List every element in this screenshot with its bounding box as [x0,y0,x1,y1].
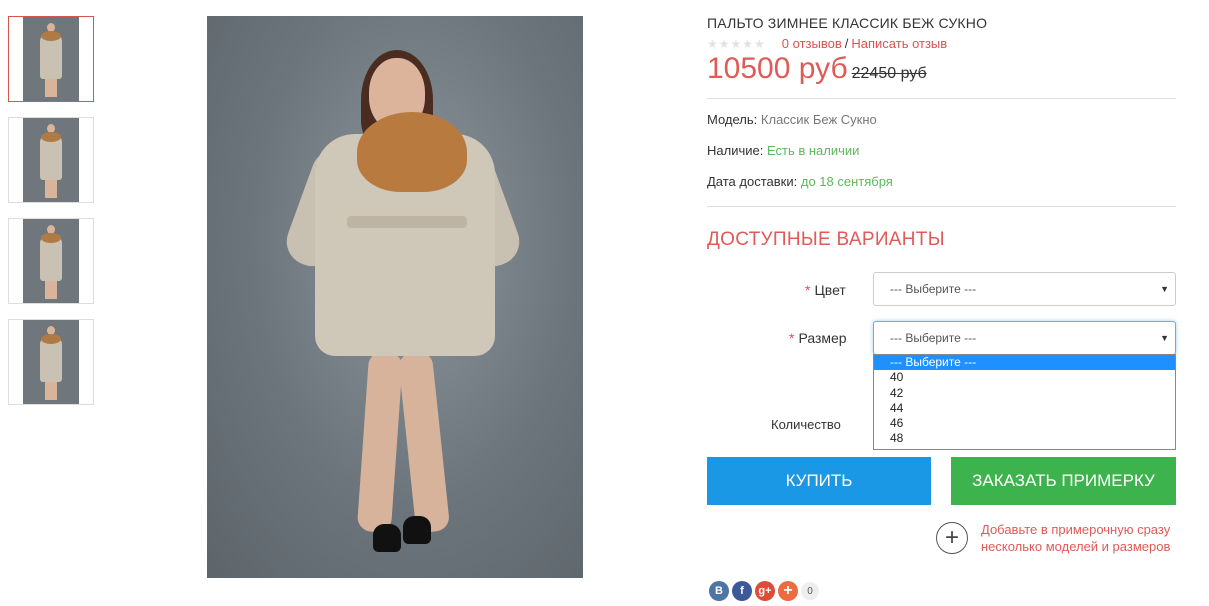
size-select[interactable]: --- Выберите --- ▼ [873,321,1176,355]
old-price: 22450 руб [851,65,927,82]
dropdown-option[interactable]: 48 [874,431,1175,446]
rating-stars-icon: ★★★★★ [707,36,766,51]
size-label: * Размер [789,330,847,346]
delivery-row: Дата доставки: до 18 сентября [707,174,893,189]
social-share: B f g+ + 0 [709,581,819,601]
size-label-text: Размер [798,330,847,346]
facebook-icon[interactable]: f [732,581,752,601]
rating-row: ★★★★★ 0 отзывов / Написать отзыв [707,36,947,51]
dropdown-option[interactable]: --- Выберите --- [874,355,1175,371]
dropdown-option[interactable]: 42 [874,386,1175,401]
model-row: Модель: Классик Беж Сукно [707,112,877,127]
dropdown-option[interactable]: 44 [874,401,1175,416]
size-dropdown-list[interactable]: --- Выберите --- 40 42 44 46 48 [873,354,1176,450]
rating-separator: / [844,36,849,51]
thumbnail-2[interactable] [8,117,94,203]
buy-button[interactable]: КУПИТЬ [707,457,931,505]
color-select-value: --- Выберите --- [890,282,977,296]
google-plus-icon[interactable]: g+ [755,581,775,601]
fitting-note: Добавьте в примерочную сразу несколько м… [981,522,1171,554]
thumbnail-image [23,320,79,404]
current-price: 10500 руб [707,52,848,85]
divider [707,98,1176,99]
dropdown-option[interactable]: 40 [874,370,1175,385]
caret-down-icon: ▼ [1160,333,1169,343]
product-title: ПАЛЬТО ЗИМНЕЕ КЛАССИК БЕЖ СУКНО [707,15,988,31]
vk-icon[interactable]: B [709,581,729,601]
stock-label: Наличие: [707,143,764,158]
main-product-image[interactable] [207,16,583,578]
dropdown-option[interactable]: 46 [874,416,1175,431]
share-count: 0 [801,582,819,600]
required-mark: * [789,330,795,346]
add-to-fitting-icon[interactable]: + [936,522,968,554]
caret-down-icon: ▼ [1160,284,1169,294]
share-more-icon[interactable]: + [778,581,798,601]
color-select[interactable]: --- Выберите --- ▼ [873,272,1176,306]
write-review-link[interactable]: Написать отзыв [851,36,947,51]
thumbnail-image [23,17,79,101]
color-label-text: Цвет [814,282,846,298]
thumbnail-3[interactable] [8,218,94,304]
color-label: * Цвет [805,282,846,298]
thumbnail-4[interactable] [8,319,94,405]
delivery-label: Дата доставки: [707,174,798,189]
required-mark: * [805,282,811,298]
size-select-value: --- Выберите --- [890,331,977,345]
thumbnail-image [23,219,79,303]
stock-row: Наличие: Есть в наличии [707,143,859,158]
price-row: 10500 руб 22450 руб [707,52,927,86]
thumbnail-image [23,118,79,202]
stock-value: Есть в наличии [766,143,860,158]
order-fitting-button[interactable]: ЗАКАЗАТЬ ПРИМЕРКУ [951,457,1176,505]
divider [707,206,1176,207]
delivery-value: до 18 сентября [800,174,893,189]
reviews-link[interactable]: 0 отзывов [782,36,842,51]
variants-title: ДОСТУПНЫЕ ВАРИАНТЫ [707,229,945,250]
model-label: Модель: [707,112,758,127]
model-value: Классик Беж Сукно [760,112,877,127]
quantity-label: Количество [771,417,841,432]
thumbnail-1[interactable] [8,16,94,102]
